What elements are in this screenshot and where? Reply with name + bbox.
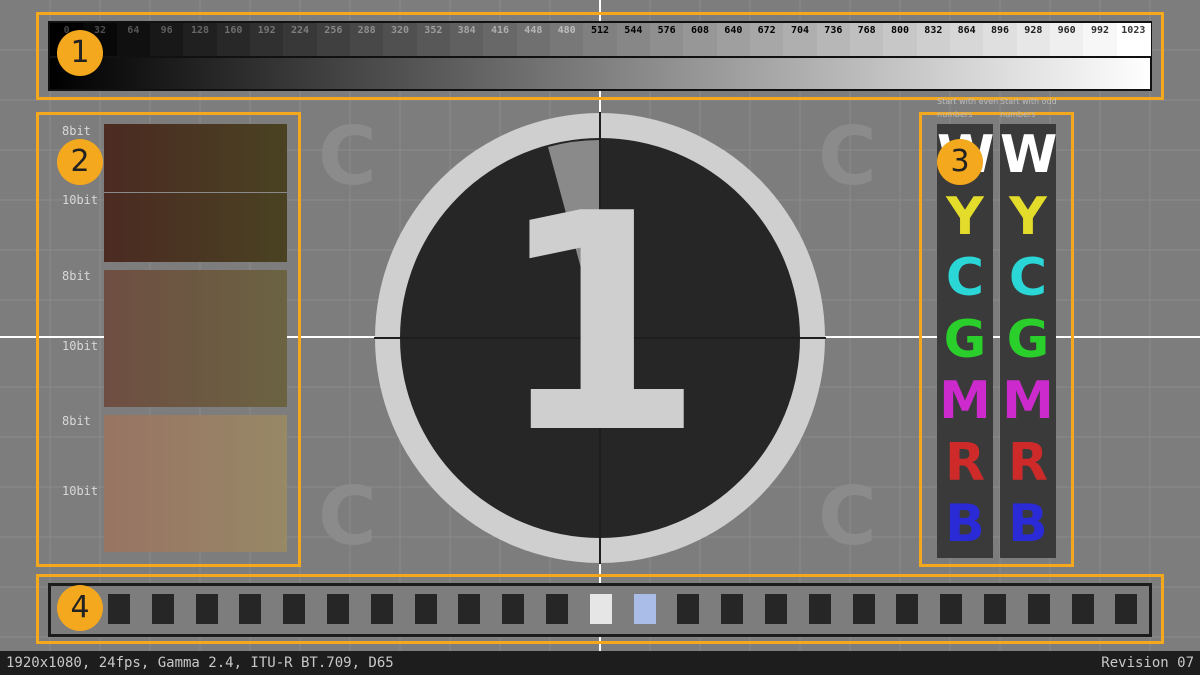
- color-letter: Y: [1009, 186, 1047, 247]
- letter-column-even: WYCGMRB: [937, 124, 994, 558]
- color-letter: C: [1008, 248, 1048, 308]
- section-1-frame: [36, 12, 1164, 100]
- status-bar: 1920x1080, 24fps, Gamma 2.4, ITU-R BT.70…: [0, 651, 1200, 675]
- color-letter: R: [1007, 432, 1049, 493]
- countdown-number: 1: [495, 150, 705, 499]
- format-info: 1920x1080, 24fps, Gamma 2.4, ITU-R BT.70…: [6, 655, 394, 671]
- label-10bit: 10bit: [62, 193, 99, 207]
- color-letter: G: [943, 309, 987, 370]
- panel-divider: [104, 192, 287, 193]
- badge-1: 1: [57, 30, 103, 76]
- color-panel-mid: [104, 270, 287, 407]
- section-4-frame: [36, 574, 1164, 644]
- color-panel-dark: [104, 124, 287, 262]
- color-letter: C: [945, 248, 985, 308]
- badge-2: 2: [57, 139, 103, 185]
- background-letter: C: [318, 470, 377, 563]
- label-8bit: 8bit: [62, 124, 91, 138]
- color-letter: B: [945, 494, 985, 554]
- color-letter: M: [1002, 371, 1054, 431]
- label-10bit: 10bit: [62, 484, 99, 498]
- color-letter: B: [1008, 494, 1048, 554]
- color-panel-light: [104, 415, 287, 552]
- background-letter: C: [318, 110, 377, 203]
- color-letter: Y: [946, 186, 984, 247]
- color-letter: G: [1006, 309, 1050, 370]
- letter-column-odd: WYCGMRB: [1000, 124, 1058, 558]
- color-letter: R: [944, 432, 986, 493]
- note-odd: Start with odd numbers: [1000, 97, 1057, 119]
- color-letter: M: [939, 371, 991, 431]
- label-8bit: 8bit: [62, 414, 91, 428]
- label-10bit: 10bit: [62, 339, 99, 353]
- note-even: Start with even numbers: [937, 97, 999, 119]
- badge-4: 4: [57, 585, 103, 631]
- background-letter: C: [818, 110, 877, 203]
- revision-label: Revision 07: [1101, 655, 1194, 671]
- label-8bit: 8bit: [62, 269, 91, 283]
- color-letter: W: [1000, 125, 1058, 185]
- badge-3: 3: [937, 139, 983, 185]
- background-letter: C: [818, 470, 877, 563]
